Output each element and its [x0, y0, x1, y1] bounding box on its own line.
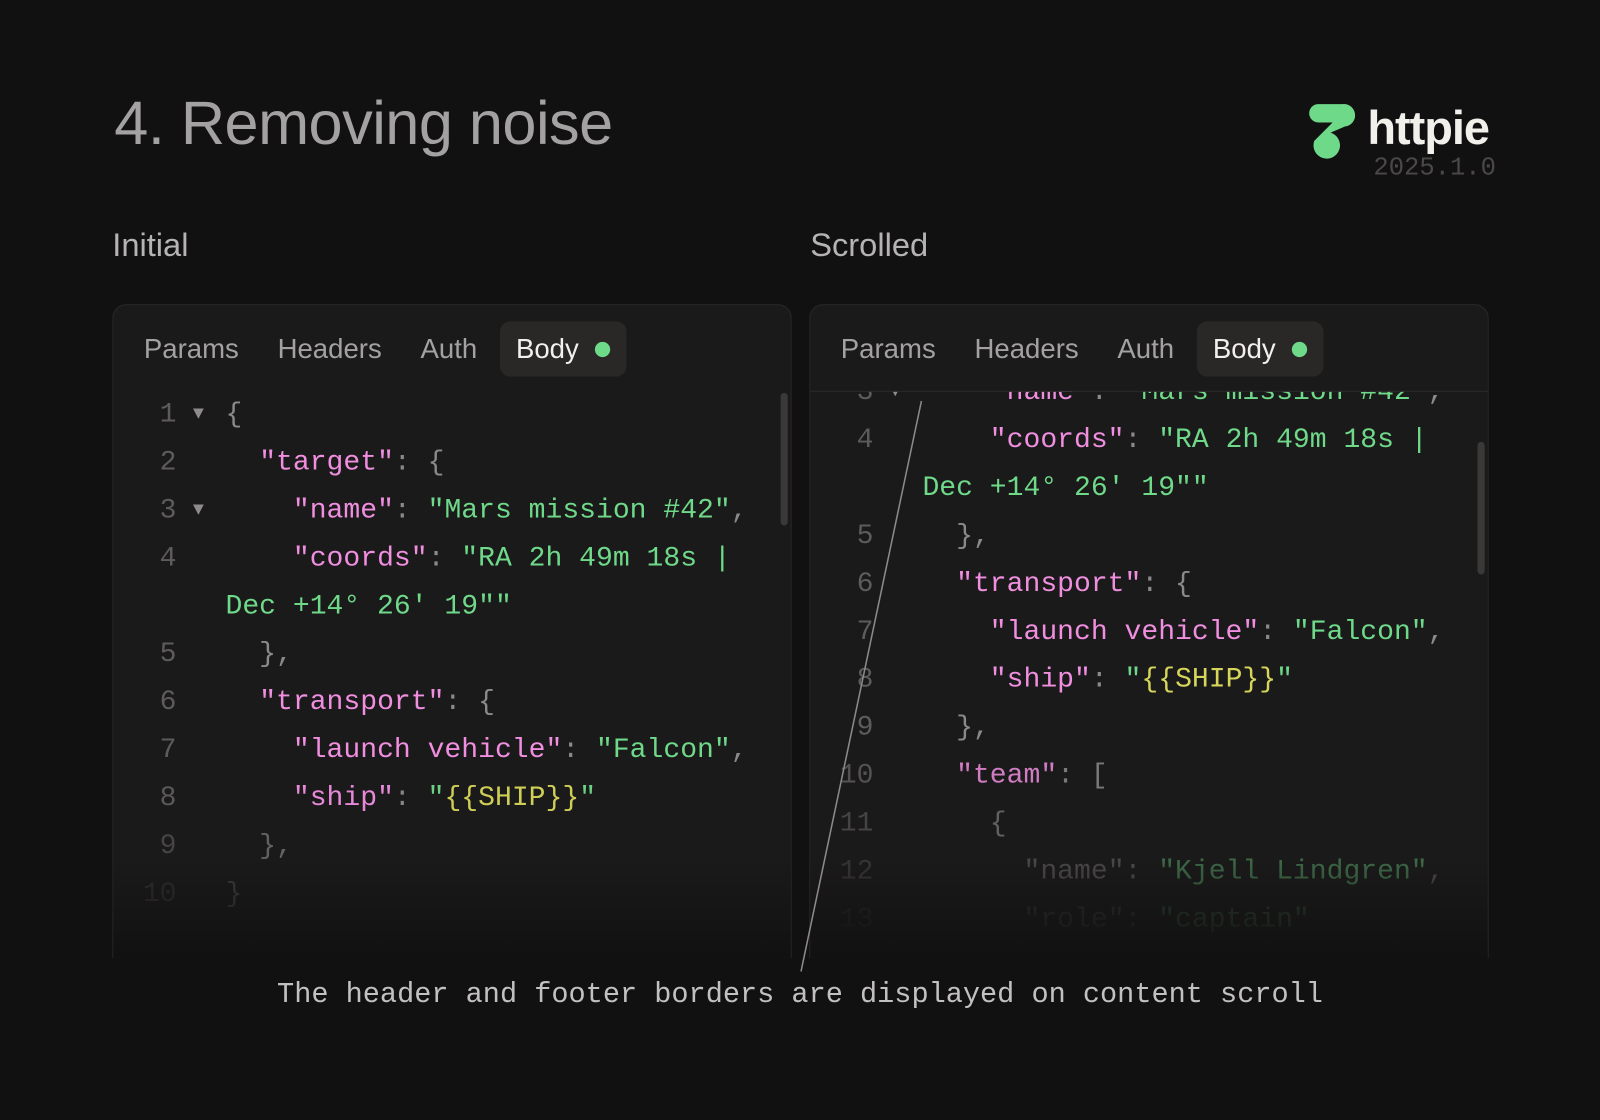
caption: The header and footer borders are displa… [277, 979, 1323, 1012]
annotation-line [800, 400, 923, 972]
